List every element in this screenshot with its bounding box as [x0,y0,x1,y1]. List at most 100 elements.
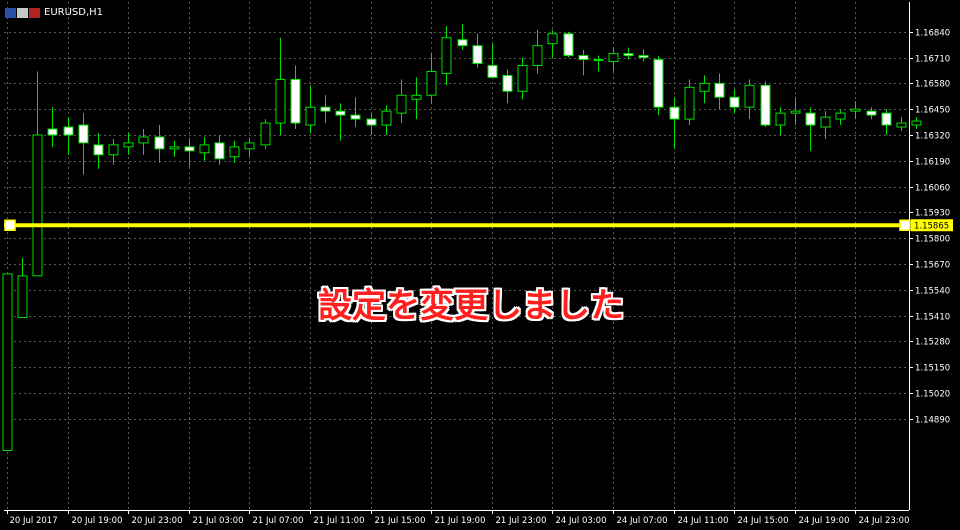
y-tick-label: 1.15670 [915,261,950,271]
candle-body [169,146,180,150]
x-tick-label: 24 Jul 15:00 [738,516,789,526]
candle-body [547,33,558,45]
y-tick-label: 1.16190 [915,158,950,168]
candle-body [138,136,149,144]
x-tick-label: 24 Jul 07:00 [617,516,668,526]
candle-body [472,45,483,65]
candle-body [502,74,513,92]
price-chart[interactable]: 1.16840 1.16710 1.16580 1.16450 1.16320 1.161… [0,0,960,530]
candle-body [669,106,680,120]
x-tick-label: 21 Jul 23:00 [496,516,547,526]
y-tick-label: 1.15800 [915,235,950,245]
x-tick-label: 21 Jul 19:00 [435,516,486,526]
candle-body [714,82,725,98]
candle-body [835,112,846,120]
candle-body [366,118,377,126]
x-tick-label: 20 Jul 23:00 [132,516,183,526]
candle-body [744,84,755,108]
candle-body [426,70,437,96]
candle-body [184,146,195,152]
y-tick-label: 1.15540 [915,287,950,297]
settings-changed-caption: 設定を変更しました [318,286,624,326]
y-tick-label: 1.15280 [915,338,950,348]
y-tick-label: 1.16320 [915,132,950,142]
candle-body [699,82,710,92]
candle-body [517,65,528,92]
candle-body [229,146,240,158]
y-tick-label: 1.15020 [915,390,950,400]
candle-body [881,112,892,126]
candle-body [290,78,301,124]
candle-body [729,96,740,108]
candle-body [214,142,225,160]
candle-body [123,142,134,148]
candle-body [93,144,104,156]
y-tick-label: 1.16710 [915,55,950,65]
x-tick-label: 24 Jul 11:00 [678,516,729,526]
candle-body [154,136,165,150]
x-tick-label: 21 Jul 11:00 [314,516,365,526]
candle-body [260,122,271,146]
candle-body [760,84,771,126]
candle-body [866,110,877,116]
x-tick-label: 20 Jul 2017 [10,516,58,526]
y-tick-label: 1.16580 [915,80,950,90]
y-tick-label: 1.15410 [915,313,950,323]
y-tick-label: 1.16840 [915,29,950,39]
candle-body [563,33,574,57]
candle-body [78,124,89,144]
candle-body [805,112,816,126]
candle-body [305,106,316,126]
line-handle-left [4,219,16,231]
x-tick-label: 24 Jul 03:00 [556,516,607,526]
chart-header: EURUSD,H1 [5,6,103,20]
y-tick-label: 1.16450 [915,106,950,116]
chart-symbol-flag-icon [5,8,40,18]
candle-body [790,110,801,114]
candle-body [608,53,619,63]
candle-body [396,94,407,114]
x-tick-label: 21 Jul 03:00 [193,516,244,526]
candle-body [623,53,634,57]
price-line-label: 1.15865 [914,222,949,232]
x-tick-label: 24 Jul 23:00 [859,516,910,526]
candle-body [32,134,43,277]
candle-body [775,112,786,126]
candle-body [911,120,922,126]
candle-body [275,78,286,124]
candle-body [684,86,695,120]
candle-body [653,59,664,108]
candle-body [457,39,468,47]
candle-body [441,37,452,74]
candle-body [320,106,331,112]
candle-body [578,55,589,61]
x-tick-label: 21 Jul 07:00 [253,516,304,526]
candle-body [896,122,907,128]
x-tick-label: 20 Jul 19:00 [72,516,123,526]
candle-body [108,144,119,156]
candle-body [2,273,13,451]
x-tick-label: 21 Jul 15:00 [375,516,426,526]
candle-body [411,94,422,100]
y-tick-label: 1.15150 [915,364,950,374]
candle-body [199,144,210,154]
candle-body [593,59,604,62]
chart-window: { "window": { "symbol_label": "EURUSD,H1… [0,0,960,530]
candle-body [532,45,543,66]
candle-body [17,275,28,319]
y-tick-label: 1.16060 [915,184,950,194]
candle-body [63,126,74,136]
candle-body [850,108,861,112]
candle-body [47,128,58,136]
candle-body [487,65,498,78]
candle-body [381,110,392,126]
candle-body [335,110,346,116]
y-tick-label: 1.14890 [915,416,950,426]
candle-body [350,114,361,120]
line-handle-right [899,219,911,231]
candle-body [638,55,649,59]
candle-body [244,142,255,150]
x-tick-label: 24 Jul 19:00 [799,516,850,526]
y-tick-label: 1.15930 [915,209,950,219]
symbol-label: EURUSD,H1 [44,7,104,18]
